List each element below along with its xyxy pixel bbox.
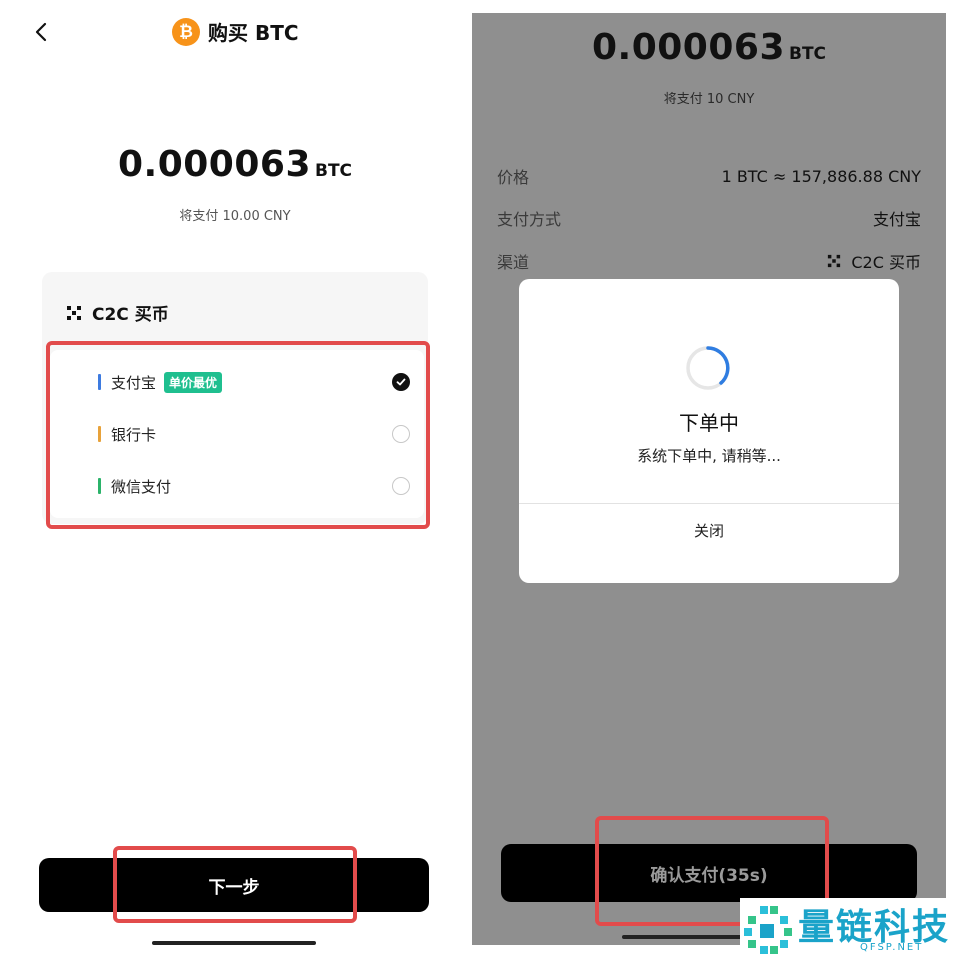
amount-unit: BTC <box>315 161 353 181</box>
c2c-icon <box>828 254 841 268</box>
dialog-divider <box>519 503 899 504</box>
price-row: 价格 1 BTC ≈ 157,886.88 CNY <box>497 164 921 188</box>
watermark-sub: QFSP.NET <box>860 942 924 953</box>
row-value: 1 BTC ≈ 157,886.88 CNY <box>721 166 921 186</box>
home-indicator <box>152 941 316 945</box>
option-color-bar <box>98 478 101 494</box>
row-value-wrap: C2C 买币 <box>827 249 921 273</box>
dialog-title: 下单中 <box>679 411 739 435</box>
option-label: 银行卡 <box>111 425 157 444</box>
card-header: C2C 买币 <box>66 300 169 325</box>
row-value: 支付宝 <box>872 210 921 229</box>
payment-method-card: C2C 买币 支付宝 单价最优 银行卡 微信支付 <box>42 272 428 524</box>
page-title: ₿ 购买 BTC <box>172 17 299 46</box>
row-key: 价格 <box>497 168 530 187</box>
watermark-logo-icon <box>744 906 792 954</box>
payment-method-row: 支付方式 支付宝 <box>497 206 921 230</box>
radio-wechat-pay[interactable] <box>392 477 410 495</box>
option-alipay[interactable]: 支付宝 单价最优 <box>98 370 223 394</box>
check-icon <box>396 378 406 386</box>
page-title-text: 购买 BTC <box>208 21 299 45</box>
dialog-close-button[interactable]: 关闭 <box>519 505 899 555</box>
option-label: 支付宝 <box>111 373 157 392</box>
pay-amount-text: 将支付 10.00 CNY <box>179 209 291 224</box>
confirm-payment-button[interactable]: 确认支付(35s) <box>501 844 917 902</box>
radio-bank-card[interactable] <box>392 425 410 443</box>
crypto-amount: 0.000063 BTC <box>0 144 470 185</box>
row-key: 渠道 <box>497 253 530 272</box>
amount-unit: BTC <box>789 44 827 64</box>
option-color-bar <box>98 374 101 390</box>
ordering-dialog: 下单中 系统下单中, 请稍等... 关闭 <box>519 279 899 583</box>
amount-value: 0.000063 <box>117 144 311 185</box>
loading-spinner-icon <box>686 346 730 390</box>
c2c-icon <box>67 305 81 320</box>
row-key: 支付方式 <box>497 210 562 229</box>
amount-value: 0.000063 <box>591 27 785 68</box>
back-arrow-icon[interactable] <box>30 20 54 44</box>
row-value: C2C 买币 <box>851 253 921 272</box>
payment-options-list: 支付宝 单价最优 银行卡 微信支付 <box>50 350 424 518</box>
option-bank-card[interactable]: 银行卡 <box>98 422 156 446</box>
dialog-message: 系统下单中, 请稍等... <box>637 447 781 465</box>
channel-row: 渠道 C2C 买币 <box>497 249 921 273</box>
pay-amount-text: 将支付 10 CNY <box>663 92 755 107</box>
card-title: C2C 买币 <box>92 305 169 325</box>
bitcoin-icon: ₿ <box>172 17 200 46</box>
best-price-badge: 单价最优 <box>164 371 223 393</box>
option-label: 微信支付 <box>111 477 172 496</box>
buy-screen: ₿ 购买 BTC 0.000063 BTC 将支付 10.00 CNY C2C 买… <box>0 0 470 960</box>
next-step-button[interactable]: 下一步 <box>39 858 429 912</box>
radio-alipay-selected[interactable] <box>392 373 410 391</box>
option-color-bar <box>98 426 101 442</box>
option-wechat-pay[interactable]: 微信支付 <box>98 474 171 498</box>
order-screen: 0.000063 BTC 将支付 10 CNY 价格 1 BTC ≈ 157,88… <box>472 13 946 945</box>
crypto-amount: 0.000063 BTC <box>472 27 946 68</box>
watermark: 量链科技 QFSP.NET <box>740 898 961 960</box>
